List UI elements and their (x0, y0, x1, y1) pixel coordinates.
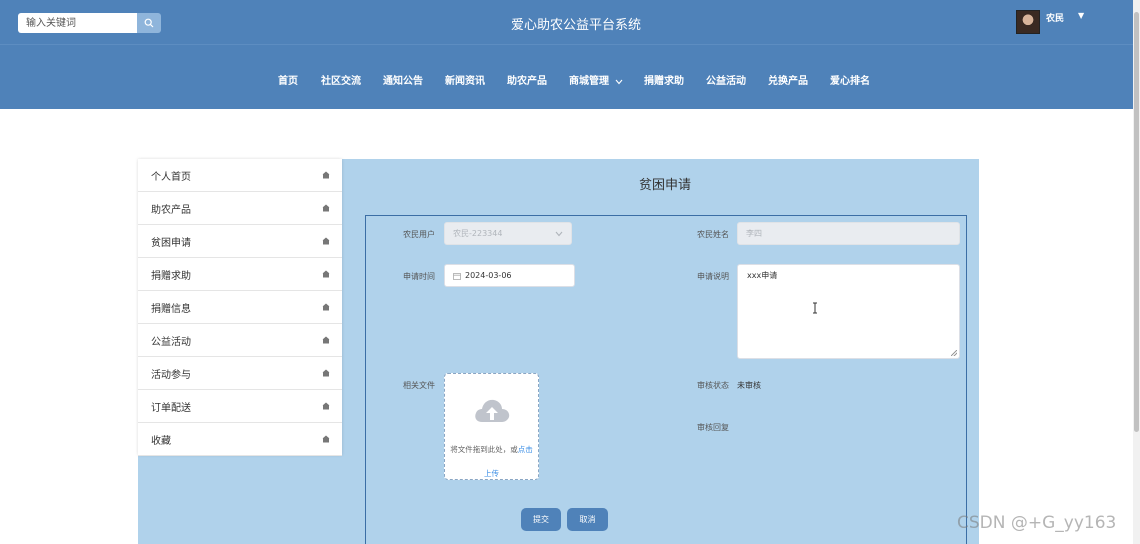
farmer-name-value: 李四 (746, 229, 762, 238)
apply-desc-textarea[interactable]: xxx申请 (737, 264, 960, 359)
review-reply-label: 审核回复 (697, 423, 729, 432)
home-icon (322, 303, 330, 311)
sidebar-item-label: 收藏 (151, 435, 171, 447)
sidebar-item-favorites[interactable]: 收藏 (138, 423, 342, 456)
sidebar: 个人首页 助农产品 贫困申请 捐赠求助 捐赠信息 公益活动 活动参与 订单配送 … (138, 159, 342, 456)
nav-item-ranking[interactable]: 爱心排名 (830, 72, 870, 87)
calendar-icon (453, 272, 461, 280)
cancel-button[interactable]: 取消 (567, 508, 608, 531)
chevron-down-icon (616, 79, 623, 84)
upload-hint: 将文件拖到此处，或点击 (445, 444, 538, 455)
sidebar-item-delivery[interactable]: 订单配送 (138, 390, 342, 423)
apply-desc-label: 申请说明 (697, 272, 729, 281)
home-icon (322, 435, 330, 443)
user-name[interactable]: 农民 (1046, 11, 1064, 24)
scrollbar-thumb[interactable] (1134, 12, 1139, 432)
sidebar-item-donation-info[interactable]: 捐赠信息 (138, 291, 342, 324)
file-upload-area[interactable]: 将文件拖到此处，或点击 上传 (444, 373, 539, 480)
home-icon (322, 204, 330, 212)
farmer-name-field[interactable]: 李四 (737, 222, 960, 245)
nav-item-community[interactable]: 社区交流 (321, 72, 361, 87)
nav-item-news[interactable]: 新闻资讯 (445, 72, 485, 87)
home-icon (322, 336, 330, 344)
user-menu[interactable]: 农民 ▼ (1016, 10, 1084, 34)
sidebar-item-label: 个人首页 (151, 171, 191, 183)
nav-item-charity[interactable]: 公益活动 (706, 72, 746, 87)
cloud-upload-icon (475, 399, 510, 422)
home-icon (322, 402, 330, 410)
review-status-value: 未审核 (737, 381, 761, 390)
upload-click-link[interactable]: 点击 (518, 445, 533, 454)
submit-button[interactable]: 提交 (521, 508, 561, 531)
sidebar-item-products[interactable]: 助农产品 (138, 192, 342, 225)
caret-down-icon[interactable]: ▼ (1078, 11, 1084, 20)
sidebar-item-label: 捐赠求助 (151, 270, 191, 282)
upload-hint-text: 将文件拖到此处，或 (450, 445, 518, 454)
nav-item-exchange[interactable]: 兑换产品 (768, 72, 808, 87)
farmer-user-select[interactable]: 农民-223344 (444, 222, 572, 245)
nav-item-notices[interactable]: 通知公告 (383, 72, 423, 87)
top-bar: 爱心助农公益平台系统 农民 ▼ (0, 0, 1140, 44)
home-icon (322, 270, 330, 278)
home-icon (322, 171, 330, 179)
resize-grip-icon[interactable] (951, 350, 957, 356)
farmer-user-label: 农民用户 (403, 230, 435, 239)
review-status-label: 审核状态 (697, 381, 729, 390)
page-title: 贫困申请 (638, 178, 691, 193)
apply-time-picker[interactable]: 2024-03-06 (444, 264, 575, 287)
site-title: 爱心助农公益平台系统 (510, 18, 641, 33)
nav-item-mall-label: 商城管理 (569, 76, 609, 87)
sidebar-item-donation-help[interactable]: 捐赠求助 (138, 258, 342, 291)
home-icon (322, 237, 330, 245)
sidebar-item-label: 订单配送 (151, 402, 191, 414)
nav-item-mall[interactable]: 商城管理 (569, 72, 623, 87)
sidebar-item-charity[interactable]: 公益活动 (138, 324, 342, 357)
nav-item-home[interactable]: 首页 (278, 72, 298, 87)
sidebar-item-label: 公益活动 (151, 336, 191, 348)
apply-time-value: 2024-03-06 (465, 271, 512, 280)
farmer-name-label: 农民姓名 (697, 230, 729, 239)
home-icon (322, 369, 330, 377)
text-cursor-icon (813, 302, 817, 314)
sidebar-item-home[interactable]: 个人首页 (138, 159, 342, 192)
sidebar-item-label: 活动参与 (151, 369, 191, 381)
avatar[interactable] (1016, 10, 1040, 34)
files-label: 相关文件 (403, 381, 435, 390)
sidebar-item-label: 捐赠信息 (151, 303, 191, 315)
apply-time-label: 申请时间 (403, 272, 435, 281)
sidebar-item-label: 助农产品 (151, 204, 191, 216)
sidebar-item-label: 贫困申请 (151, 237, 191, 249)
main-nav: 首页 社区交流 通知公告 新闻资讯 助农产品 商城管理 捐赠求助 公益活动 兑换… (0, 44, 1140, 109)
nav-item-donation-help[interactable]: 捐赠求助 (644, 72, 684, 87)
watermark: CSDN @+G_yy163 (957, 513, 1117, 533)
apply-desc-value: xxx申请 (747, 271, 778, 280)
sidebar-item-poverty-apply[interactable]: 贫困申请 (138, 225, 342, 258)
chevron-down-icon (555, 231, 563, 236)
farmer-user-value: 农民-223344 (453, 229, 503, 238)
nav-item-products[interactable]: 助农产品 (507, 72, 547, 87)
upload-link[interactable]: 上传 (445, 468, 538, 479)
sidebar-item-activity-join[interactable]: 活动参与 (138, 357, 342, 390)
